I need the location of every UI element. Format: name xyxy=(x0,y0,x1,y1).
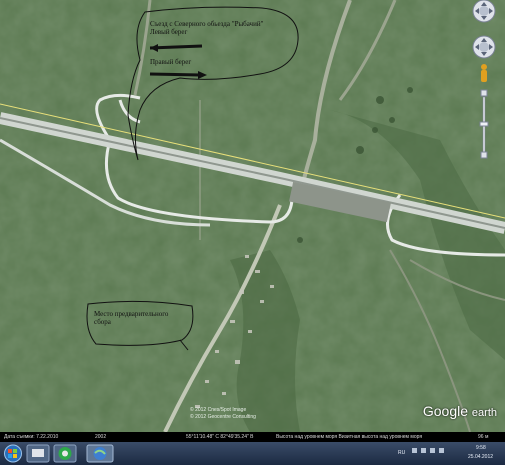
windows-start-icon[interactable] xyxy=(2,444,24,463)
coordinates: 55°11'10.48" С 82°49'35.24" В xyxy=(186,434,254,440)
right-bank-arrow xyxy=(149,72,201,77)
callout-exit-title: Съезд с Северного обьезда "Рыбачий" Левы… xyxy=(150,20,263,36)
clock-date[interactable]: 25.04.2012 xyxy=(468,454,493,460)
satellite-terrain xyxy=(0,0,505,432)
imagery-year[interactable]: 2002 xyxy=(95,432,106,442)
clock-time[interactable]: 9:58 xyxy=(476,445,486,451)
zoom-slider-icon[interactable] xyxy=(479,89,489,159)
taskbar: RU 9:58 25.04.2012 xyxy=(0,442,505,465)
explorer-icon[interactable] xyxy=(26,444,50,463)
google-earth-logo: Google earth xyxy=(423,403,497,419)
logo-brand: Google xyxy=(422,403,469,419)
move-joystick-icon[interactable] xyxy=(472,35,496,59)
tray-icons xyxy=(412,448,472,455)
pegman-icon[interactable] xyxy=(481,64,487,82)
google-earth-icon[interactable] xyxy=(86,444,114,463)
look-joystick-icon[interactable] xyxy=(472,0,496,23)
imagery-date: Дата съемки: 7.22.2010 xyxy=(4,434,59,440)
language-indicator[interactable]: RU xyxy=(398,450,405,456)
status-bar: Дата съемки: 7.22.2010 2002 55°11'10.48"… xyxy=(0,432,505,442)
chrome-icon[interactable] xyxy=(53,444,77,463)
callout-gathering-line1: Место предварительного xyxy=(94,310,169,318)
callout-gathering-line2: сбора xyxy=(94,318,111,327)
callout-right-bank: Правый берег xyxy=(150,58,192,66)
callout-gathering: Место предварительного сбора xyxy=(94,310,168,326)
callout-exit-line2: Левый берег xyxy=(150,28,188,37)
navigation-controls[interactable] xyxy=(466,0,502,160)
callout-exit-line1: Съезд с Северного обьезда "Рыбачий" xyxy=(150,20,264,28)
map-viewport[interactable]: Съезд с Северного обьезда "Рыбачий" Левы… xyxy=(0,0,505,432)
copyright-line2: © 2012 Geocentre Consulting xyxy=(190,414,256,420)
copyright-line1: © 2012 Cnes/Spot Image xyxy=(190,407,247,413)
elevation: Высота над уровнем моря Визитная высота … xyxy=(276,434,423,440)
logo-product: earth xyxy=(471,407,497,419)
eye-altitude: 96 м xyxy=(478,434,489,440)
